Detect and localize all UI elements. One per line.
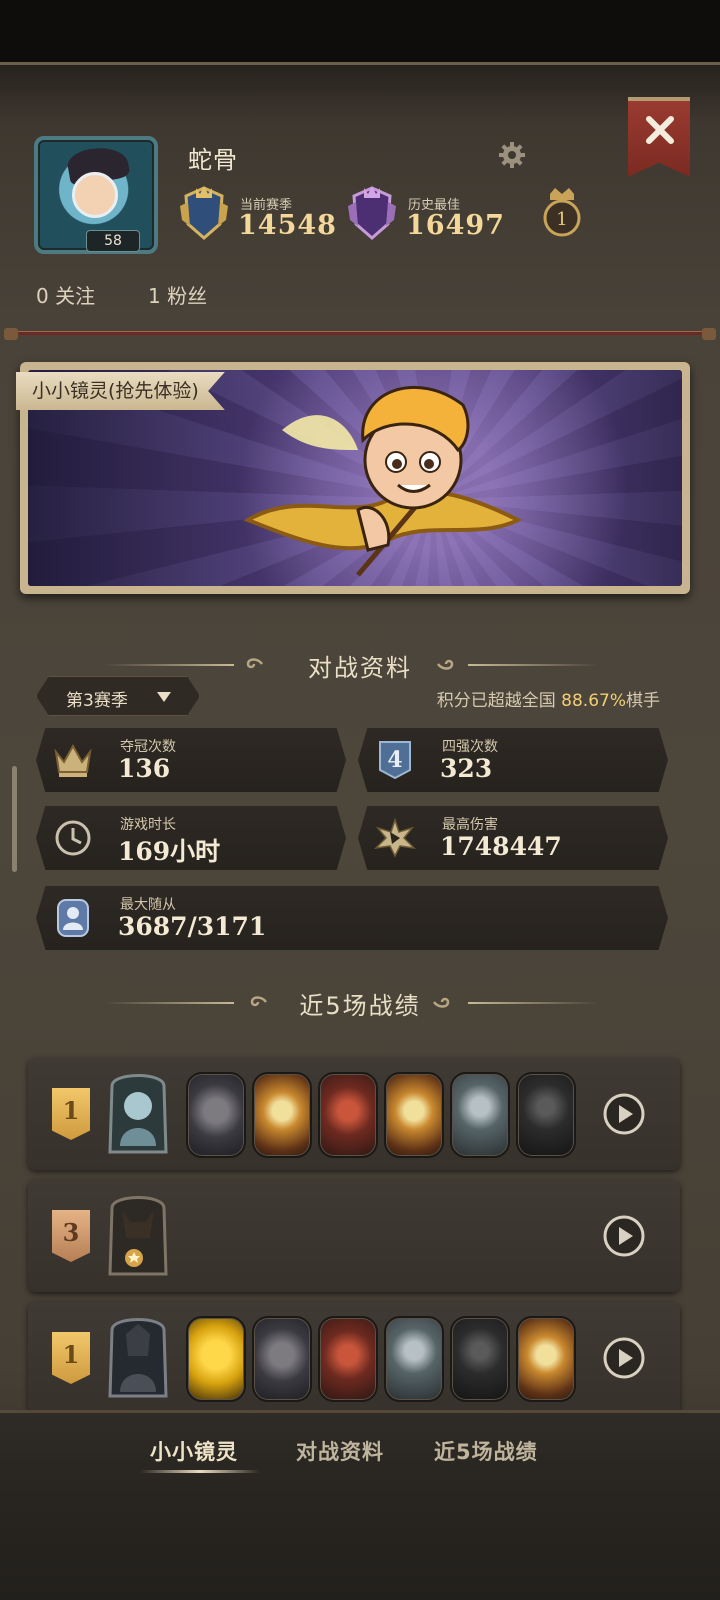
best-rank: 历史最佳 16497	[340, 182, 510, 246]
placement-badge: 1	[52, 1088, 90, 1140]
medal-rank: 1	[556, 209, 567, 230]
stat-playtime: 游戏时长 169小时	[36, 806, 346, 870]
unit-card	[450, 1316, 510, 1402]
best-rank-icon	[348, 186, 396, 240]
section-divider	[468, 664, 598, 666]
gear-icon[interactable]	[497, 140, 527, 170]
match-row[interactable]: 1	[28, 1302, 680, 1414]
stat-top4: 4 四强次数 323	[358, 728, 668, 792]
unit-card	[318, 1316, 378, 1402]
hero-portrait	[108, 1196, 168, 1276]
tab-hero[interactable]: 小小镜灵	[150, 1436, 238, 1466]
current-season-rank: 当前赛季 14548	[172, 182, 342, 246]
username: 蛇骨	[188, 146, 238, 174]
hero-art-image	[243, 385, 523, 577]
national-rank-text: 积分已超越全国 88.67%棋手	[436, 691, 660, 711]
current-season-score: 14548	[238, 210, 337, 241]
unit-card	[450, 1072, 510, 1158]
follow-count[interactable]: 0 关注	[36, 280, 95, 309]
unit-card	[384, 1072, 444, 1158]
tab-recent-matches[interactable]: 近5场战绩	[434, 1436, 538, 1466]
avatar-face	[72, 172, 118, 218]
crown-icon	[54, 743, 92, 777]
scrollbar[interactable]	[12, 766, 17, 872]
unit-card	[516, 1316, 576, 1402]
replay-icon[interactable]	[602, 1214, 646, 1258]
unit-card	[318, 1072, 378, 1158]
unit-card	[252, 1072, 312, 1158]
recent-section-title: 近5场战绩	[299, 992, 421, 1020]
match-row[interactable]: 3	[28, 1180, 680, 1292]
match-row[interactable]: 1	[28, 1058, 680, 1170]
avatar[interactable]: 58	[34, 136, 158, 254]
active-tab-indicator	[140, 1470, 260, 1473]
swirl-ornament-icon	[436, 659, 454, 670]
placement-badge: 3	[52, 1210, 90, 1262]
top4-icon: 4	[379, 741, 411, 780]
national-rank-percent: 88.67%	[561, 691, 626, 711]
season-label: 第3赛季	[66, 691, 128, 711]
tab-battle-stats[interactable]: 对战资料	[296, 1436, 384, 1466]
stat-max-minion: 最大随从 3687/3171	[36, 886, 668, 950]
chevron-down-icon[interactable]	[156, 691, 172, 703]
hero-portrait	[108, 1318, 168, 1398]
unit-card	[186, 1316, 246, 1402]
hero-portrait	[108, 1074, 168, 1154]
stat-max-damage: 最高伤害 1748447	[358, 806, 668, 870]
fan-count[interactable]: 1 粉丝	[148, 280, 207, 309]
level-badge: 58	[86, 230, 140, 252]
divider-rail	[0, 328, 720, 340]
replay-icon[interactable]	[602, 1092, 646, 1136]
unit-card	[516, 1072, 576, 1158]
close-icon[interactable]	[644, 114, 676, 146]
damage-icon	[374, 818, 416, 858]
minion-icon	[57, 899, 89, 937]
unit-card	[252, 1316, 312, 1402]
best-score: 16497	[406, 210, 505, 241]
svg-text:4: 4	[387, 747, 402, 773]
placement-badge: 1	[52, 1332, 90, 1384]
stat-wins: 夺冠次数 136	[36, 728, 346, 792]
hero-name-tag: 小小镜灵(抢先体验)	[16, 372, 225, 410]
unit-card	[384, 1316, 444, 1402]
swirl-ornament-icon	[432, 997, 450, 1008]
medal-icon[interactable]: 1	[540, 184, 584, 240]
clock-icon	[55, 820, 91, 856]
season-rank-icon	[180, 186, 228, 240]
section-divider	[468, 1002, 598, 1004]
unit-card	[186, 1072, 246, 1158]
replay-icon[interactable]	[602, 1336, 646, 1380]
